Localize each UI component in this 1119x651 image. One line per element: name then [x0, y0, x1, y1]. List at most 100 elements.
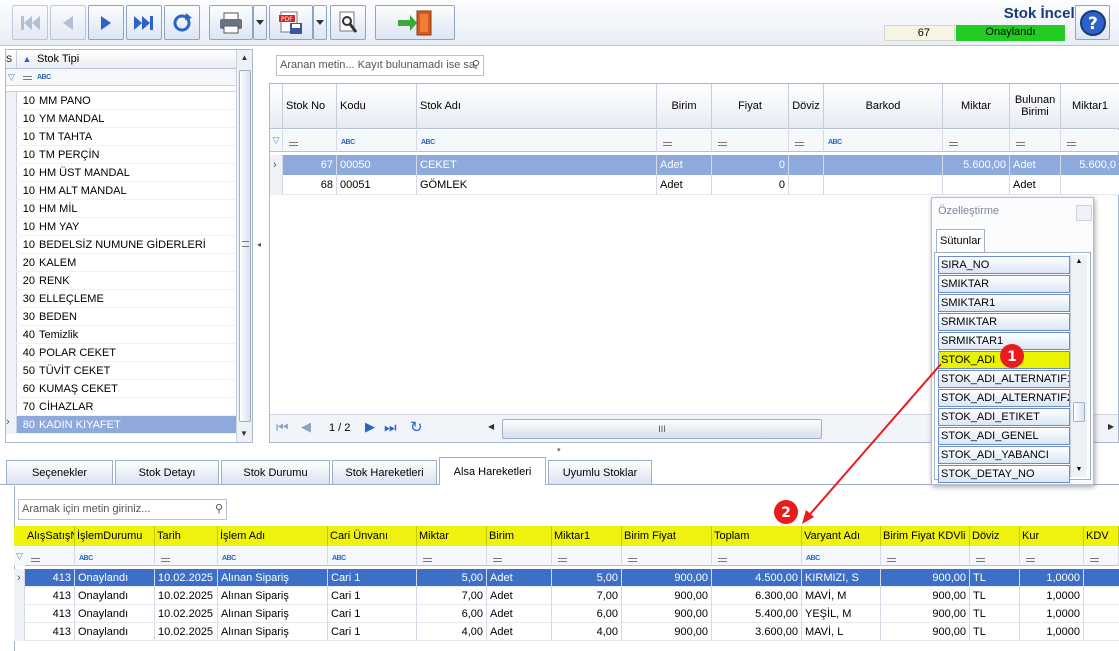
refresh-button[interactable]: [164, 5, 200, 40]
cell-durum[interactable]: Onaylandı: [75, 623, 155, 641]
filter-cell[interactable]: ABC: [802, 546, 881, 566]
list-item[interactable]: 70 CİHAZLAR: [6, 398, 237, 416]
column-header[interactable]: Fiyat: [712, 84, 789, 129]
cell-miktar1[interactable]: 5,00: [552, 569, 622, 587]
column-header[interactable]: Stok Adı: [417, 84, 657, 129]
column-list-item[interactable]: SMIKTAR1: [938, 294, 1070, 312]
cell-fiyat[interactable]: 0: [712, 155, 789, 175]
column-header[interactable]: İşlemDurumu: [75, 526, 155, 546]
cell-cari[interactable]: Cari 1: [328, 587, 417, 605]
cell-kodu[interactable]: 00051: [337, 175, 417, 195]
cell-toplam[interactable]: 3.600,00: [712, 623, 802, 641]
previous-page-icon[interactable]: ◀: [301, 419, 311, 435]
filter-cell[interactable]: [712, 546, 802, 566]
cell-miktar[interactable]: [943, 175, 1010, 195]
filter-cell[interactable]: [25, 546, 75, 566]
cell-birim[interactable]: Adet: [487, 605, 552, 623]
cell-bulunan-birimi[interactable]: Adet: [1010, 175, 1061, 195]
inspect-button[interactable]: [330, 5, 366, 40]
cell-miktar1[interactable]: [1061, 175, 1119, 195]
column-list-item[interactable]: STOK_ADI_GENEL: [938, 427, 1070, 445]
export-dropdown-button[interactable]: [313, 5, 327, 40]
stock-search-input[interactable]: Aranan metin... Kayıt bulunamadı ise sa …: [276, 55, 484, 76]
cell-stok-adi[interactable]: GÖMLEK: [417, 175, 657, 195]
cell-varyant[interactable]: MAVİ, M: [802, 587, 881, 605]
cell-toplam[interactable]: 6.300,00: [712, 587, 802, 605]
column-header[interactable]: Stok No: [283, 84, 337, 129]
column-header[interactable]: Varyant Adı: [802, 526, 881, 546]
list-item[interactable]: 10 YM MANDAL: [6, 110, 237, 128]
filter-cell[interactable]: [712, 130, 789, 152]
scroll-thumb[interactable]: [239, 70, 251, 422]
list-item[interactable]: 10 MM PANO: [6, 92, 237, 110]
cell-kdvli[interactable]: 900,00: [881, 623, 970, 641]
cell-doviz[interactable]: TL: [970, 623, 1020, 641]
cell-doviz[interactable]: TL: [970, 605, 1020, 623]
filter-cell[interactable]: [1010, 130, 1061, 152]
cell-birim[interactable]: Adet: [487, 587, 552, 605]
cell-islem[interactable]: Alınan Sipariş: [218, 587, 328, 605]
scroll-thumb[interactable]: [1073, 402, 1085, 422]
list-item[interactable]: 30 BEDEN: [6, 308, 237, 326]
column-header-stock-type[interactable]: Stok Tipi: [37, 53, 237, 65]
close-icon[interactable]: [1076, 205, 1092, 221]
cell-kur[interactable]: 1,0000: [1020, 587, 1084, 605]
tab-stok-durumu[interactable]: Stok Durumu: [221, 460, 330, 484]
column-list-item[interactable]: SRMIKTAR: [938, 313, 1070, 331]
list-item[interactable]: 20 KALEM: [6, 254, 237, 272]
cell-miktar[interactable]: 4,00: [417, 623, 487, 641]
column-header[interactable]: Miktar1: [1061, 84, 1119, 129]
cell-bfiyat[interactable]: 900,00: [622, 587, 712, 605]
cell-birim[interactable]: Adet: [487, 569, 552, 587]
scroll-down-icon[interactable]: ▼: [1071, 463, 1087, 477]
cell-kur[interactable]: 1,0000: [1020, 623, 1084, 641]
cell-no[interactable]: 413: [25, 569, 75, 587]
list-item[interactable]: 10 HM MİL: [6, 200, 237, 218]
column-list-item[interactable]: SIRA_NO: [938, 256, 1070, 274]
column-header[interactable]: Birim Fiyat KDVli: [881, 526, 970, 546]
cell-kur[interactable]: 1,0000: [1020, 569, 1084, 587]
column-header[interactable]: Birim Fiyat: [622, 526, 712, 546]
cell-miktar1[interactable]: 7,00: [552, 587, 622, 605]
cell-no[interactable]: 413: [25, 605, 75, 623]
list-item[interactable]: 10 HM ÜST MANDAL: [6, 164, 237, 182]
filter-cell[interactable]: [487, 546, 552, 566]
cell-varyant[interactable]: KIRMIZI, S: [802, 569, 881, 587]
cell-kdvli[interactable]: 900,00: [881, 587, 970, 605]
filter-cell[interactable]: ABC: [337, 130, 417, 152]
cell-miktar1[interactable]: 5.600,0: [1061, 155, 1119, 175]
column-list-item[interactable]: STOK_ADI: [938, 351, 1070, 369]
cell-cari[interactable]: Cari 1: [328, 569, 417, 587]
cell-kdvli[interactable]: 900,00: [881, 569, 970, 587]
cell-bfiyat[interactable]: 900,00: [622, 605, 712, 623]
cell-tarih[interactable]: 10.02.2025: [155, 587, 218, 605]
cell-toplam[interactable]: 4.500,00: [712, 569, 802, 587]
column-list-item[interactable]: SRMIKTAR1: [938, 332, 1070, 350]
scroll-up-icon[interactable]: ▲: [237, 50, 252, 66]
column-list-item[interactable]: STOK_ADI_YABANCI: [938, 446, 1070, 464]
filter-cell[interactable]: [1084, 546, 1119, 566]
cell-miktar1[interactable]: 6,00: [552, 605, 622, 623]
filter-cell[interactable]: [657, 130, 712, 152]
column-header[interactable]: Toplam: [712, 526, 802, 546]
cell-barkod[interactable]: [824, 155, 943, 175]
column-list-item[interactable]: STOK_ADI_ALTERNATIF2: [938, 389, 1070, 407]
cell-durum[interactable]: Onaylandı: [75, 587, 155, 605]
filter-cell[interactable]: ABC: [417, 130, 657, 152]
filter-cell[interactable]: [881, 546, 970, 566]
cell-stok-no[interactable]: 68: [283, 175, 337, 195]
cell-doviz[interactable]: [789, 155, 824, 175]
tab-columns[interactable]: Sütunlar: [936, 229, 985, 252]
column-header[interactable]: Cari Ünvanı: [328, 526, 417, 546]
list-item[interactable]: 10 TM PERÇİN: [6, 146, 237, 164]
cell-no[interactable]: 413: [25, 623, 75, 641]
scroll-left-icon[interactable]: ◀: [488, 422, 494, 431]
column-header[interactable]: İşlem Adı: [218, 526, 328, 546]
first-page-icon[interactable]: ⏮: [276, 419, 289, 436]
cell-cari[interactable]: Cari 1: [328, 623, 417, 641]
filter-cell[interactable]: [552, 546, 622, 566]
list-item[interactable]: › 80 KADIN KIYAFET: [6, 416, 237, 434]
list-item[interactable]: 10 HM YAY: [6, 218, 237, 236]
first-record-button[interactable]: [12, 5, 48, 40]
filter-cell[interactable]: ABC: [328, 546, 417, 566]
